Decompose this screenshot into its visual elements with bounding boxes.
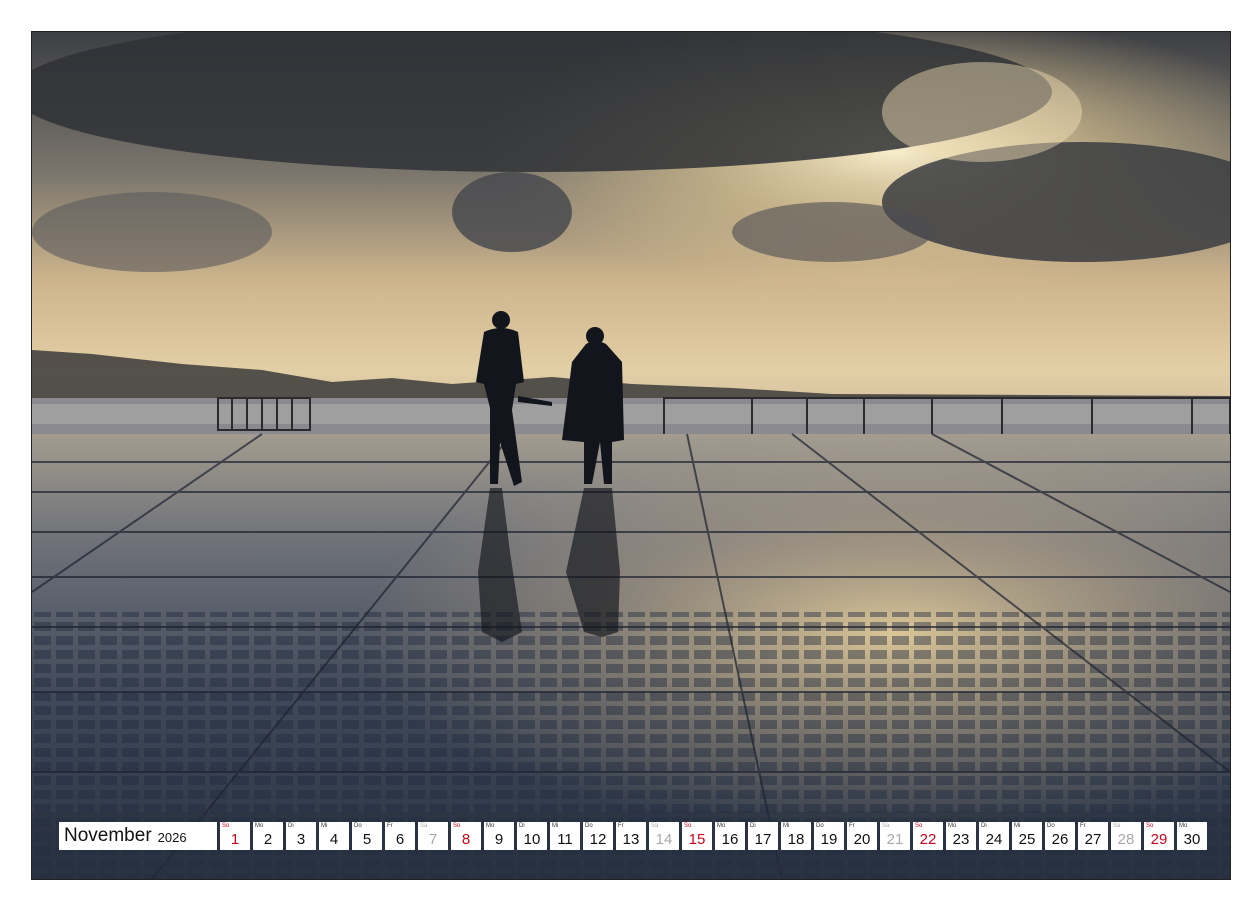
day-number: 20 (853, 831, 871, 848)
weekday-label: Sa (1113, 823, 1121, 829)
weekday-label: Fr (1080, 823, 1086, 829)
day-cell: Fr 27 (1078, 822, 1108, 850)
day-cell: Sa 7 (418, 822, 448, 850)
day-number: 26 (1051, 831, 1069, 848)
weekday-label: Sa (882, 823, 890, 829)
weekday-label: Do (354, 823, 362, 829)
day-number: 30 (1183, 831, 1201, 848)
weekday-label: Mo (948, 823, 957, 829)
day-cell: So 29 (1144, 822, 1174, 850)
day-cell: Fr 13 (616, 822, 646, 850)
day-cell: Fr 20 (847, 822, 877, 850)
weekday-label: So (453, 823, 461, 829)
day-cell: Mo 9 (484, 822, 514, 850)
day-cell: Fr 6 (385, 822, 415, 850)
month-year: 2026 (157, 830, 187, 845)
calendar-strip: November 2026 So 1 Mo 2 Di 3 Mi 4 Do 5 Fr 6 Sa 7 So 8 Mo… (59, 822, 1207, 850)
day-cell: Mo 2 (253, 822, 283, 850)
day-number: 18 (787, 831, 805, 848)
day-cell: Di 24 (979, 822, 1009, 850)
day-number: 1 (230, 831, 240, 848)
weekday-label: Fr (618, 823, 624, 829)
day-cell: Do 19 (814, 822, 844, 850)
day-number: 10 (523, 831, 541, 848)
weekday-label: Mo (1179, 823, 1188, 829)
weekday-label: Sa (651, 823, 659, 829)
day-number: 25 (1018, 831, 1036, 848)
weekday-label: Sa (420, 823, 428, 829)
day-number: 28 (1117, 831, 1135, 848)
day-cell: So 1 (220, 822, 250, 850)
day-cell: Do 12 (583, 822, 613, 850)
day-number: 19 (820, 831, 838, 848)
day-cell: Do 26 (1045, 822, 1075, 850)
day-cell: Do 5 (352, 822, 382, 850)
day-number: 15 (688, 831, 706, 848)
day-cell: Sa 28 (1111, 822, 1141, 850)
day-cells: So 1 Mo 2 Di 3 Mi 4 Do 5 Fr 6 Sa 7 So 8 Mo 9 Di 10 Mi 11 Do 12 F… (220, 822, 1207, 850)
day-number: 23 (952, 831, 970, 848)
weekday-label: Di (288, 823, 294, 829)
weekday-label: Mi (1014, 823, 1021, 829)
weekday-label: Mi (783, 823, 790, 829)
weekday-label: Do (816, 823, 824, 829)
weekday-label: Di (981, 823, 987, 829)
day-number: 14 (655, 831, 673, 848)
day-number: 16 (721, 831, 739, 848)
day-cell: Mi 4 (319, 822, 349, 850)
day-cell: Mi 18 (781, 822, 811, 850)
day-number: 12 (589, 831, 607, 848)
day-number: 11 (557, 831, 573, 848)
weekday-label: Di (750, 823, 756, 829)
day-number: 5 (362, 831, 372, 848)
day-number: 24 (985, 831, 1003, 848)
day-number: 9 (494, 831, 504, 848)
month-label: November 2026 (59, 822, 217, 850)
month-name: November (64, 825, 152, 846)
day-cell: So 8 (451, 822, 481, 850)
weekday-label: So (915, 823, 923, 829)
day-number: 29 (1150, 831, 1168, 848)
weekday-label: So (222, 823, 230, 829)
weekday-label: So (1146, 823, 1154, 829)
calendar-photo (31, 31, 1231, 880)
day-number: 27 (1084, 831, 1102, 848)
weekday-label: Fr (849, 823, 855, 829)
day-number: 3 (296, 831, 306, 848)
weekday-label: Do (1047, 823, 1055, 829)
day-cell: Mi 25 (1012, 822, 1042, 850)
day-number: 22 (919, 831, 937, 848)
day-cell: Sa 21 (880, 822, 910, 850)
day-number: 17 (754, 831, 772, 848)
day-number: 21 (886, 831, 904, 848)
day-cell: Mi 11 (550, 822, 580, 850)
day-cell: Di 10 (517, 822, 547, 850)
weekday-label: Mi (321, 823, 328, 829)
day-number: 8 (461, 831, 471, 848)
weekday-label: Mo (717, 823, 726, 829)
day-cell: So 15 (682, 822, 712, 850)
weekday-label: Mo (255, 823, 264, 829)
day-cell: Mo 23 (946, 822, 976, 850)
day-cell: Mo 16 (715, 822, 745, 850)
weekday-label: So (684, 823, 692, 829)
day-number: 7 (428, 831, 438, 848)
day-cell: So 22 (913, 822, 943, 850)
weekday-label: Mi (552, 823, 559, 829)
day-cell: Mo 30 (1177, 822, 1207, 850)
day-cell: Di 3 (286, 822, 316, 850)
day-cell: Di 17 (748, 822, 778, 850)
day-cell: Sa 14 (649, 822, 679, 850)
weekday-label: Fr (387, 823, 393, 829)
weekday-label: Mo (486, 823, 495, 829)
day-number: 2 (263, 831, 273, 848)
day-number: 6 (395, 831, 405, 848)
day-number: 4 (329, 831, 339, 848)
day-number: 13 (622, 831, 640, 848)
weekday-label: Do (585, 823, 593, 829)
weekday-label: Di (519, 823, 525, 829)
